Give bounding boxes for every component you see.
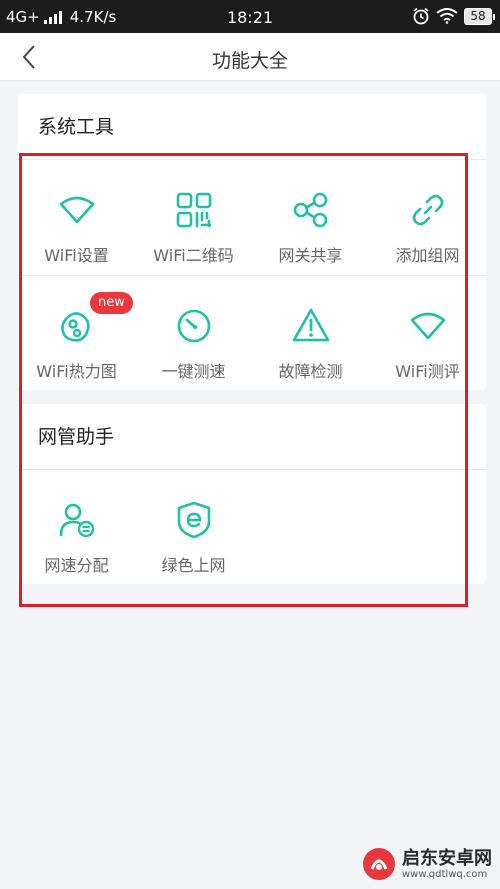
- tool-speed-allocation[interactable]: 网速分配: [18, 470, 135, 584]
- wifi-icon: [59, 196, 94, 224]
- tool-speed-test[interactable]: 一键测速: [135, 276, 252, 392]
- tool-label: WiFi设置: [44, 246, 109, 265]
- warning-icon: [292, 308, 329, 342]
- tool-wifi-evaluation[interactable]: WiFi测评: [369, 276, 486, 392]
- system-tools-grid: WiFi设置 WiFi二维码 网关共享 添加组网 new WiFi热力图 一键测…: [18, 160, 486, 392]
- watermark: 启东安卓网 www.qdtlwq.com: [362, 847, 492, 881]
- alarm-icon: [413, 7, 429, 25]
- tool-label: 绿色上网: [161, 556, 226, 575]
- shield-e-icon: [177, 501, 210, 539]
- battery-indicator: 58: [464, 7, 495, 25]
- new-badge: new: [90, 292, 133, 314]
- tool-label: 故障检测: [278, 362, 343, 381]
- tool-green-internet[interactable]: 绿色上网: [135, 470, 252, 584]
- tool-label: WiFi热力图: [36, 362, 117, 381]
- qr-code-icon: [176, 192, 211, 228]
- tool-label: WiFi二维码: [153, 246, 234, 265]
- network-assistant-grid: 网速分配 绿色上网: [18, 470, 486, 584]
- tool-wifi-heatmap[interactable]: new WiFi热力图: [18, 276, 135, 392]
- tool-label: 网关共享: [278, 246, 343, 265]
- system-tools-card: 系统工具 WiFi设置 WiFi二维码 网关共享 添加组网 new WiFi热力…: [18, 94, 486, 390]
- network-assistant-title: 网管助手: [18, 404, 486, 470]
- tool-gateway-share[interactable]: 网关共享: [252, 160, 369, 276]
- wifi-status-icon: [436, 8, 458, 24]
- nav-bar: 功能大全: [0, 33, 500, 81]
- tool-label: 添加组网: [395, 246, 460, 265]
- speedometer-icon: [177, 309, 210, 343]
- tool-label: 一键测速: [161, 362, 226, 381]
- tool-label: WiFi测评: [395, 362, 460, 381]
- share-icon: [293, 192, 327, 228]
- tool-wifi-qr[interactable]: WiFi二维码: [135, 160, 252, 276]
- status-bar: 4G+ 4.7K/s 18:21 58: [0, 0, 500, 33]
- page-title: 功能大全: [211, 50, 288, 72]
- link-icon: [412, 194, 443, 226]
- wifi-icon: [410, 312, 445, 340]
- watermark-text: 启东安卓网 www.qdtlwq.com: [402, 847, 492, 880]
- system-tools-title: 系统工具: [18, 94, 486, 160]
- tool-add-network[interactable]: 添加组网: [369, 160, 486, 276]
- watermark-name: 启东安卓网: [402, 847, 492, 869]
- tool-label: 网速分配: [44, 556, 109, 575]
- watermark-logo-icon: [363, 848, 395, 880]
- heatmap-icon: [60, 312, 90, 342]
- watermark-url: www.qdtlwq.com: [402, 868, 488, 880]
- status-right: 58: [412, 7, 495, 25]
- network-assistant-card: 网管助手 网速分配 绿色上网: [18, 404, 486, 584]
- tool-fault-detection[interactable]: 故障检测: [252, 276, 369, 392]
- tool-wifi-settings[interactable]: WiFi设置: [18, 160, 135, 276]
- user-settings-icon: [59, 503, 94, 538]
